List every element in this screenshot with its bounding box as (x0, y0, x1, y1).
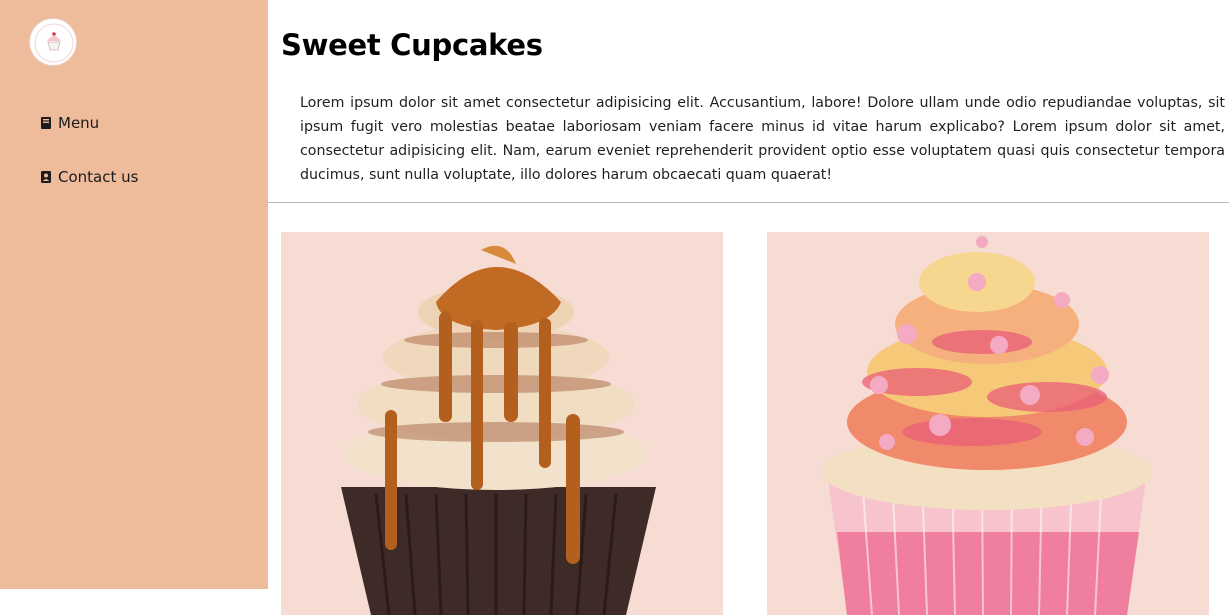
caramel-cupcake-image (341, 245, 656, 615)
cupcake-card[interactable] (767, 232, 1209, 615)
sidebar-item-menu[interactable]: Menu (40, 114, 99, 132)
sidebar-item-contact-us[interactable]: Contact us (40, 168, 138, 186)
cupcake-logo-icon (34, 23, 74, 63)
book-icon (41, 117, 51, 129)
intro-paragraph: Lorem ipsum dolor sit amet consectetur a… (300, 95, 1225, 183)
divider (268, 202, 1229, 203)
cupcake-card[interactable] (281, 232, 723, 615)
sidebar-item-label: Contact us (58, 168, 139, 186)
logo[interactable] (29, 18, 77, 66)
sidebar-item-label: Menu (58, 114, 100, 132)
pink-sprinkle-cupcake-image (822, 236, 1152, 615)
page-title: Sweet Cupcakes (281, 28, 543, 62)
sidebar: Menu Contact us (0, 0, 268, 589)
contact-card-icon (41, 171, 51, 183)
